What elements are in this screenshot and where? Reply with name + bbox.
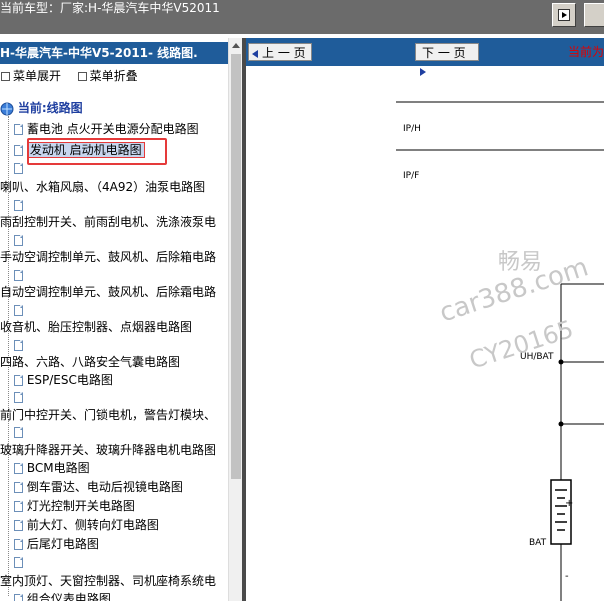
tree-item-icon-row[interactable] [14,302,23,319]
tree-item[interactable]: 喇叭、水箱风扇、（4A92）油泵电路图 [0,179,205,196]
junction-dot [558,359,564,365]
page-nav-bar: 上 一 页 下 一 页 当前为 [246,38,604,76]
document-icon [14,200,23,211]
document-icon [14,145,23,156]
diagram-panel: 上 一 页 下 一 页 当前为 IP/H IP/F UH/BAT BAT + -… [246,38,604,601]
tree-item[interactable]: 前大灯、侧转向灯电路图 [14,517,159,534]
menu-collapse-link[interactable]: 菜单折叠 [90,69,138,83]
next-page-button[interactable]: 下 一 页 [415,43,479,76]
toggle-panel-button[interactable] [552,3,576,27]
label-ipf: IP/F [403,171,420,181]
label-bat: BAT [529,538,547,548]
document-icon [14,270,23,281]
tree-header: H-华晨汽车-中华V5-2011- 线路图. [0,42,228,64]
tree-item-icon-row[interactable] [14,232,23,249]
collapse-icon [77,71,87,81]
expand-icon [1,71,10,81]
document-icon [14,463,23,474]
document-icon [14,124,23,135]
label-minus: - [565,571,569,582]
tree-item[interactable]: 组合仪表电路图 [14,591,111,601]
current-model-title: 当前车型：厂家:H-华晨汽车中华V52011 [0,1,220,15]
scroll-up-arrow-icon[interactable] [232,43,240,48]
tree-item-icon-row[interactable] [14,197,23,214]
tree-item[interactable]: 蓄电池 点火开关电源分配电路图 [14,121,199,138]
tree-item-icon-row[interactable] [14,160,23,177]
document-icon [14,305,23,316]
tree-item[interactable]: 后尾灯电路图 [14,536,99,553]
tree-item[interactable]: BCM电路图 [14,460,90,477]
document-icon [14,163,23,174]
current-label: 当前:线路图 [17,101,83,115]
tree-item[interactable]: 收音机、胎压控制器、点烟器电路图 [0,319,192,336]
tree-item[interactable]: 倒车雷达、电动后视镜电路图 [14,479,183,496]
tree-item[interactable]: 玻璃升降器开关、玻璃升降器电机电路图 [0,442,216,459]
top-bar: 当前车型：厂家:H-华晨汽车中华V52011 [0,0,604,34]
prev-page-button[interactable]: 上 一 页 [248,43,312,61]
tree-scrollbar[interactable] [228,38,242,601]
tree-item[interactable]: ESP/ESC电路图 [14,372,113,389]
highlight-box [27,138,167,165]
tree-root[interactable]: 当前:线路图 [0,100,83,117]
label-plus: + [565,498,574,509]
scroll-thumb[interactable] [231,54,241,479]
tree-item[interactable]: 四路、六路、八路安全气囊电路图 [0,354,180,371]
wiring-diagram: IP/H IP/F UH/BAT BAT + - 畅易 car388.com C… [246,66,604,601]
document-icon [14,375,23,386]
tree-item-icon-row[interactable] [14,337,23,354]
tree-item[interactable]: 前门中控开关、门锁电机，警告灯模块、 [0,407,216,424]
tree-item[interactable]: 雨刮控制开关、前雨刮电机、洗涤液泵电 [0,214,216,231]
tree-item[interactable]: 手动空调控制单元、鼓风机、后除箱电路 [0,249,216,266]
tree-item-icon-row[interactable] [14,389,23,406]
document-icon [14,392,23,403]
play-icon [558,9,570,21]
tree-item[interactable]: 灯光控制开关电路图 [14,498,135,515]
document-icon [14,539,23,550]
tree-item-icon-row[interactable] [14,267,23,284]
document-icon [14,427,23,438]
tree-item-icon-row[interactable] [14,554,23,571]
menu-links: 菜单展开 菜单折叠 [0,68,138,84]
menu-expand-link[interactable]: 菜单展开 [13,69,61,83]
toolbar-button-2[interactable] [584,3,604,27]
label-iph: IP/H [403,124,421,134]
document-icon [14,520,23,531]
document-icon [14,557,23,568]
document-icon [14,501,23,512]
document-icon [14,482,23,493]
document-icon [14,235,23,246]
document-icon [14,594,23,601]
junction-dot [558,421,564,427]
tree-item[interactable]: 自动空调控制单元、鼓风机、后除霜电路 [0,284,216,301]
current-position-label: 当前为 [568,45,604,59]
arrow-left-icon [252,49,258,58]
globe-icon [0,102,14,115]
tree-item[interactable]: 室内顶灯、天窗控制器、司机座椅系统电 [0,573,216,590]
document-icon [14,340,23,351]
tree-item-icon-row[interactable] [14,424,23,441]
left-panel: H-华晨汽车-中华V5-2011- 线路图. 菜单展开 菜单折叠 当前:线路图 … [0,38,242,601]
